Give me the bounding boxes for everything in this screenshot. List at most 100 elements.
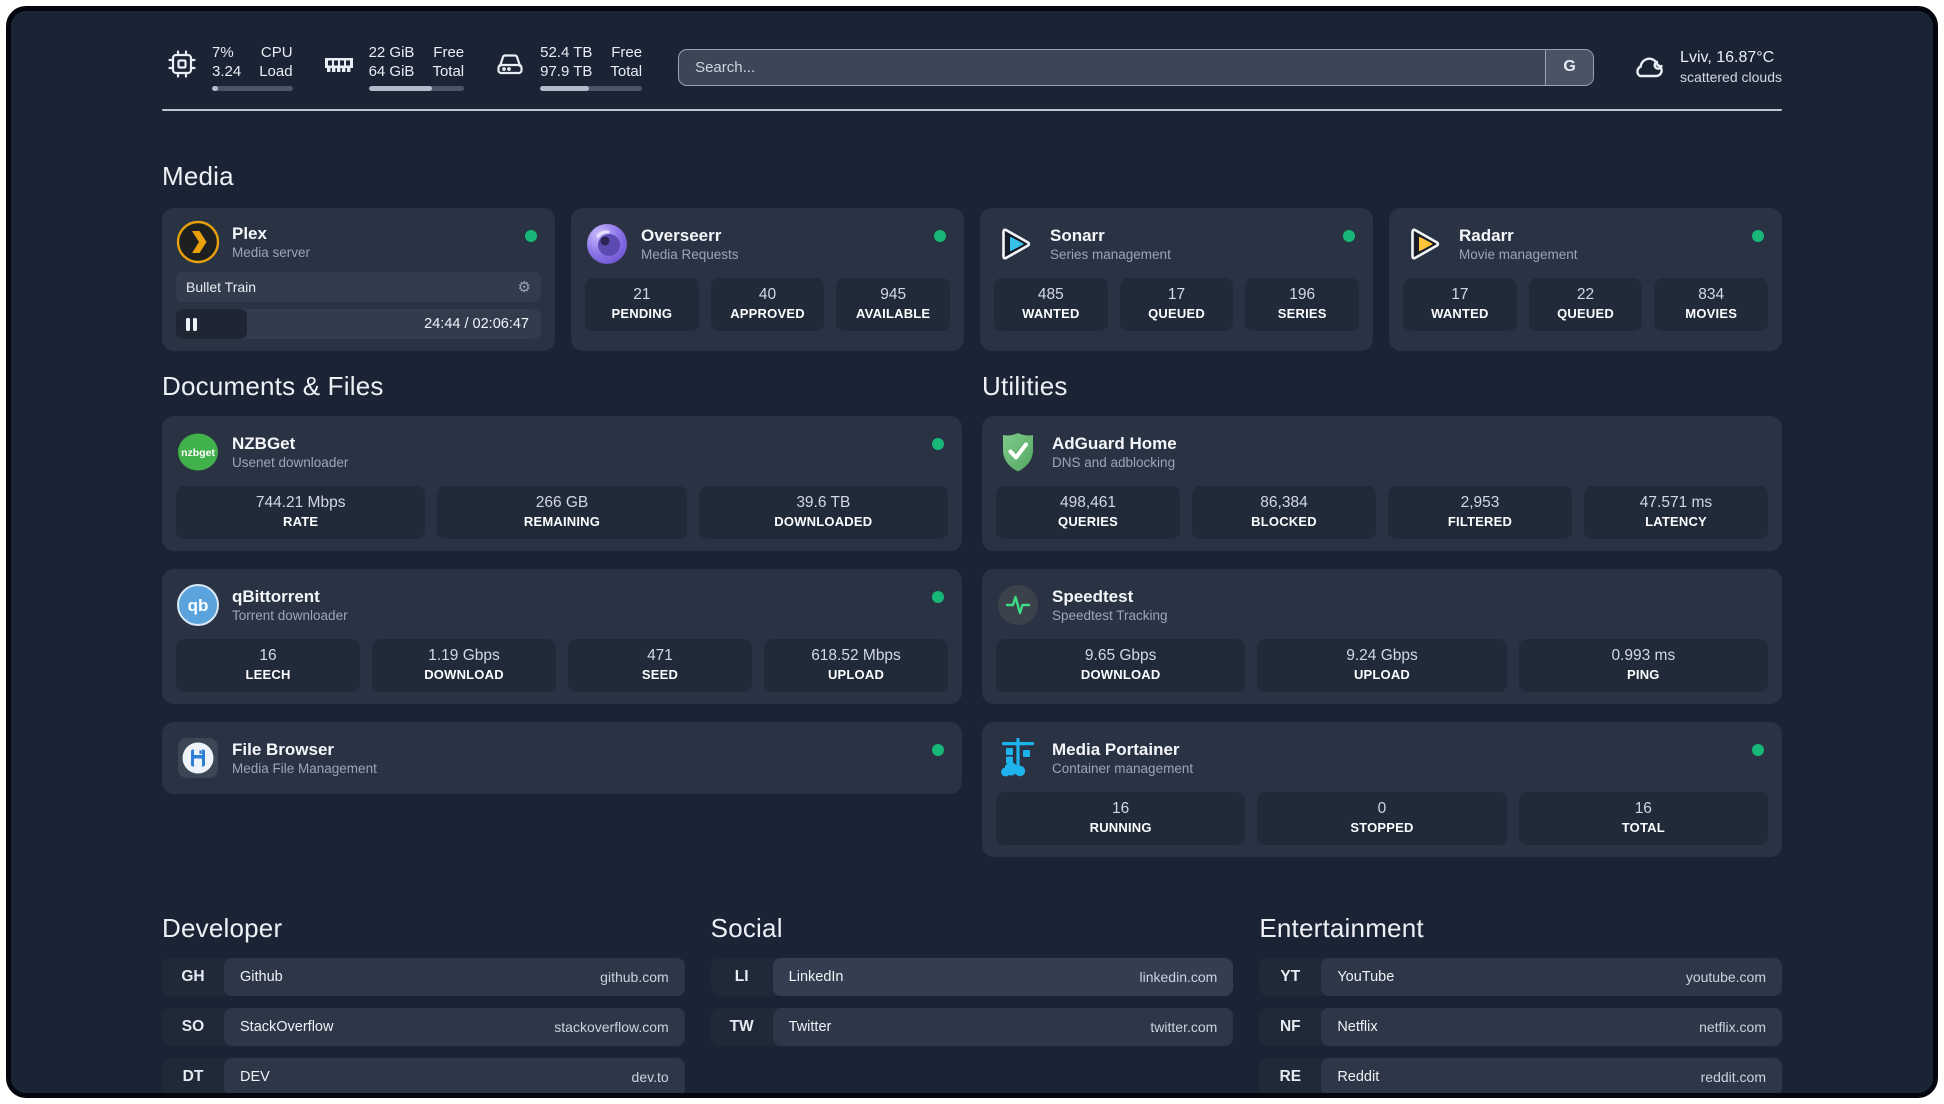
stat-wanted: 17 WANTED: [1403, 278, 1517, 331]
top-bar: 7% 3.24 CPU Load 22 GiB 64 GiB Free Tota…: [162, 41, 1782, 93]
app-card-nzbget[interactable]: nzbget NZBGet Usenet downloader 744.21 M…: [162, 416, 962, 551]
status-dot: [932, 591, 944, 603]
app-card-filebrowser[interactable]: File Browser Media File Management: [162, 722, 962, 794]
memory-progress-bar: [368, 86, 465, 91]
stat-movies: 834 MOVIES: [1654, 278, 1769, 331]
stat-downloaded: 39.6 TB DOWNLOADED: [698, 486, 948, 539]
playback-progress-bar[interactable]: 24:44 / 02:06:47: [176, 309, 541, 339]
weather-widget: Lviv, 16.87°C scattered clouds: [1630, 48, 1782, 86]
link-stackoverflow[interactable]: SO StackOverflow stackoverflow.com: [162, 1008, 685, 1046]
stat-queries: 498,461 QUERIES: [996, 486, 1180, 539]
plex-icon: [176, 220, 220, 264]
app-card-adguard[interactable]: AdGuard Home DNS and adblocking 498,461 …: [982, 416, 1782, 551]
link-abbr: SO: [181, 1018, 205, 1035]
speedtest-icon: [996, 583, 1040, 627]
cpu-load-value: 3.24: [212, 63, 242, 80]
link-url: netflix.com: [1699, 1019, 1766, 1035]
pause-icon[interactable]: [186, 317, 197, 331]
links-developer: Developer GH Github github.com SO StackO…: [162, 913, 685, 1093]
radarr-icon: [1403, 222, 1447, 266]
search-engine-button[interactable]: G: [1545, 49, 1594, 85]
app-card-radarr[interactable]: Radarr Movie management 17 WANTED 22 QUE…: [1389, 208, 1782, 351]
link-dev[interactable]: DT DEV dev.to: [162, 1058, 685, 1093]
link-url: dev.to: [631, 1069, 669, 1085]
cpu-label: CPU: [260, 44, 293, 61]
link-twitter[interactable]: TW Twitter twitter.com: [710, 1008, 1234, 1046]
qbittorrent-icon: qb: [176, 583, 220, 627]
link-github[interactable]: GH Github github.com: [162, 958, 685, 996]
app-card-portainer[interactable]: Media Portainer Container management 16 …: [982, 722, 1782, 857]
links-entertainment: Entertainment YT YouTube youtube.com NF …: [1259, 913, 1782, 1093]
stat-blocked: 86,384 BLOCKED: [1192, 486, 1376, 539]
app-name: Radarr: [1459, 225, 1514, 245]
link-url: youtube.com: [1685, 969, 1766, 985]
cpu-icon: [162, 44, 202, 84]
link-netflix[interactable]: NF Netflix netflix.com: [1259, 1008, 1782, 1046]
app-card-qbittorrent[interactable]: qb qBittorrent Torrent downloader 16 LEE…: [162, 569, 962, 704]
link-abbr: NF: [1279, 1018, 1301, 1035]
link-url: linkedin.com: [1139, 969, 1218, 985]
link-name: DEV: [240, 1069, 270, 1085]
sonarr-icon: [994, 222, 1038, 266]
section-title-entertainment: Entertainment: [1259, 913, 1424, 943]
app-subtitle: Torrent downloader: [232, 607, 348, 623]
link-linkedin[interactable]: LI LinkedIn linkedin.com: [710, 958, 1234, 996]
app-subtitle: Speedtest Tracking: [1052, 607, 1168, 623]
overseerr-icon: [585, 222, 629, 266]
memory-free-label: Free: [433, 44, 465, 61]
app-name: Media Portainer: [1052, 739, 1180, 759]
svg-text:nzbget: nzbget: [181, 447, 215, 459]
link-abbr: TW: [729, 1018, 754, 1035]
stat-pending: 21 PENDING: [585, 278, 699, 331]
app-subtitle: Series management: [1050, 246, 1171, 262]
stat-queued: 17 QUEUED: [1119, 278, 1234, 331]
stat-total: 16 TOTAL: [1518, 792, 1768, 845]
links-social: Social LI LinkedIn linkedin.com TW Twitt…: [710, 913, 1234, 1046]
app-name: Sonarr: [1050, 225, 1105, 245]
link-url: github.com: [600, 969, 669, 985]
link-reddit[interactable]: RE Reddit reddit.com: [1259, 1058, 1782, 1093]
app-name: File Browser: [232, 739, 335, 759]
disk-total-label: Total: [610, 63, 643, 80]
stat-series: 196 SERIES: [1245, 278, 1360, 331]
status-dot: [934, 230, 946, 242]
now-playing-title: Bullet Train: [186, 279, 257, 295]
stat-download: 9.65 Gbps DOWNLOAD: [996, 639, 1246, 692]
app-card-speedtest[interactable]: Speedtest Speedtest Tracking 9.65 Gbps D…: [982, 569, 1782, 704]
link-name: YouTube: [1337, 969, 1395, 985]
link-url: stackoverflow.com: [554, 1019, 669, 1035]
session-settings-icon[interactable]: ⚙: [518, 278, 531, 296]
portainer-icon: [996, 736, 1040, 780]
cpu-load-label: Load: [259, 63, 293, 80]
link-name: Reddit: [1337, 1069, 1380, 1085]
app-card-sonarr[interactable]: Sonarr Series management 485 WANTED 17 Q…: [980, 208, 1373, 351]
app-card-plex[interactable]: Plex Media server Bullet Train ⚙ 24:44 /…: [162, 208, 555, 351]
stat-download: 1.19 Gbps DOWNLOAD: [372, 639, 556, 692]
section-title-utilities: Utilities: [982, 371, 1068, 401]
search-bar: G: [678, 48, 1595, 86]
link-youtube[interactable]: YT YouTube youtube.com: [1259, 958, 1782, 996]
status-dot: [1343, 230, 1355, 242]
app-name: qBittorrent: [232, 586, 320, 606]
disk-free-label: Free: [611, 44, 643, 61]
svg-text:qb: qb: [188, 596, 209, 615]
link-abbr: YT: [1280, 968, 1301, 985]
link-name: StackOverflow: [240, 1019, 334, 1035]
app-subtitle: Usenet downloader: [232, 454, 349, 470]
topbar-divider: [162, 109, 1782, 111]
cloud-icon: [1630, 50, 1668, 84]
adguard-icon: [996, 430, 1040, 474]
stat-upload: 618.52 Mbps UPLOAD: [764, 639, 948, 692]
stat-remaining: 266 GB REMAINING: [437, 486, 687, 539]
app-subtitle: Media File Management: [232, 760, 377, 776]
search-input[interactable]: [679, 49, 1546, 85]
link-name: Github: [240, 969, 283, 985]
section-title-documents: Documents & Files: [162, 371, 384, 401]
stat-seed: 471 SEED: [568, 639, 752, 692]
app-card-overseerr[interactable]: Overseerr Media Requests 21 PENDING 40 A…: [571, 208, 964, 351]
status-dot: [1752, 230, 1764, 242]
memory-total-label: Total: [432, 63, 465, 80]
weather-condition: scattered clouds: [1680, 69, 1782, 85]
stat-filtered: 2,953 FILTERED: [1388, 486, 1572, 539]
link-name: Netflix: [1337, 1019, 1378, 1035]
